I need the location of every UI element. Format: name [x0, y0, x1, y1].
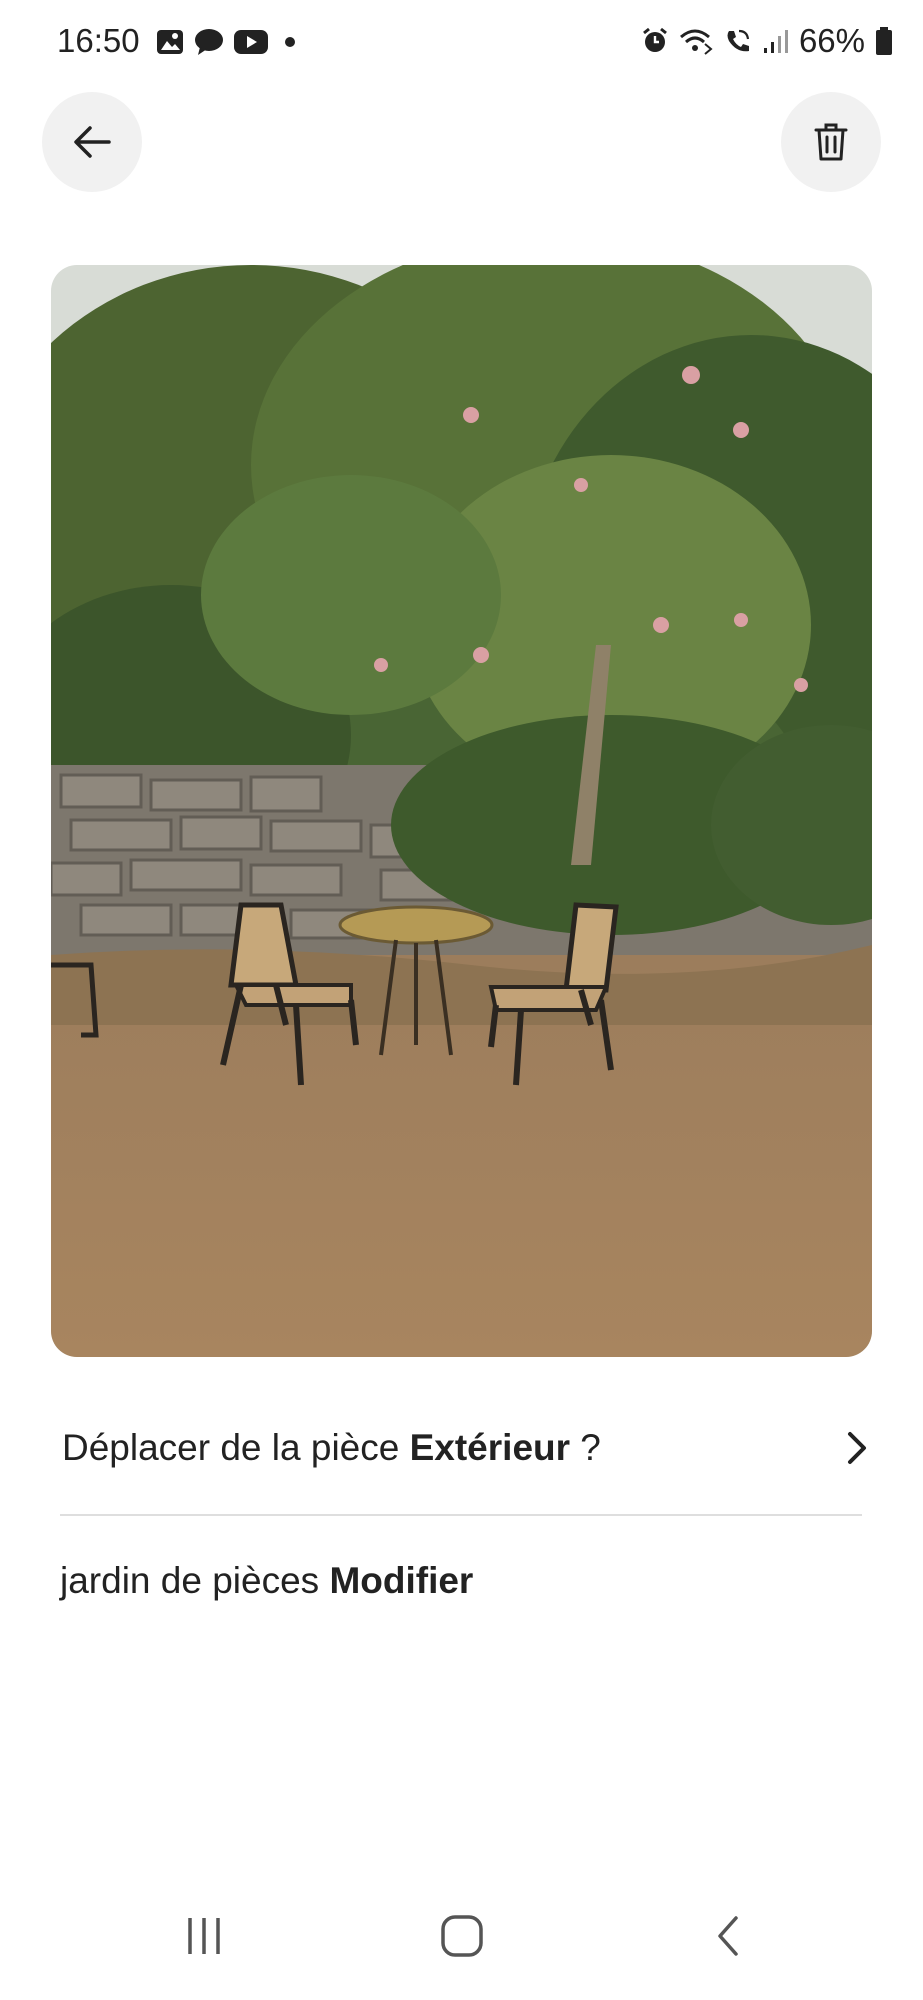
alarm-icon	[643, 27, 667, 52]
room-photo[interactable]	[51, 265, 872, 1357]
room-row: jardin de pièces Modifier	[60, 1560, 473, 1602]
divider	[60, 1514, 862, 1516]
home-icon	[441, 1915, 483, 1957]
wifi-calling-icon	[679, 29, 713, 55]
recents-button[interactable]	[182, 1914, 226, 1963]
signal-icon	[763, 30, 788, 53]
move-room-text: Déplacer de la pièce Extérieur ?	[62, 1427, 601, 1468]
gallery-icon	[157, 30, 183, 54]
system-icons: 66%	[641, 22, 893, 60]
edit-link[interactable]: Modifier	[329, 1560, 473, 1601]
home-button[interactable]	[440, 1914, 484, 1963]
dot-icon	[285, 37, 295, 47]
chevron-right-icon	[848, 1432, 866, 1464]
status-time: 16:50	[57, 22, 140, 59]
recents-icon	[188, 1918, 220, 1954]
back-button[interactable]	[42, 92, 142, 192]
room-label: jardin de pièces	[60, 1560, 330, 1601]
call-icon	[727, 29, 750, 52]
navigation-bar	[0, 1900, 923, 1980]
trash-icon	[814, 123, 848, 161]
garden-photo	[51, 265, 872, 1357]
status-bar: 16:50 66%	[0, 0, 923, 88]
arrow-left-icon	[74, 126, 111, 158]
back-nav-icon	[718, 1916, 738, 1956]
chat-icon	[195, 29, 223, 55]
battery-percent: 66%	[798, 22, 865, 59]
battery-icon	[876, 27, 892, 55]
notification-icons	[156, 28, 298, 56]
room-name: Extérieur	[409, 1427, 571, 1468]
delete-button[interactable]	[781, 92, 881, 192]
move-room-row[interactable]: Déplacer de la pièce Extérieur ?	[62, 1418, 868, 1478]
back-nav-button[interactable]	[706, 1914, 750, 1963]
youtube-icon	[234, 30, 268, 54]
